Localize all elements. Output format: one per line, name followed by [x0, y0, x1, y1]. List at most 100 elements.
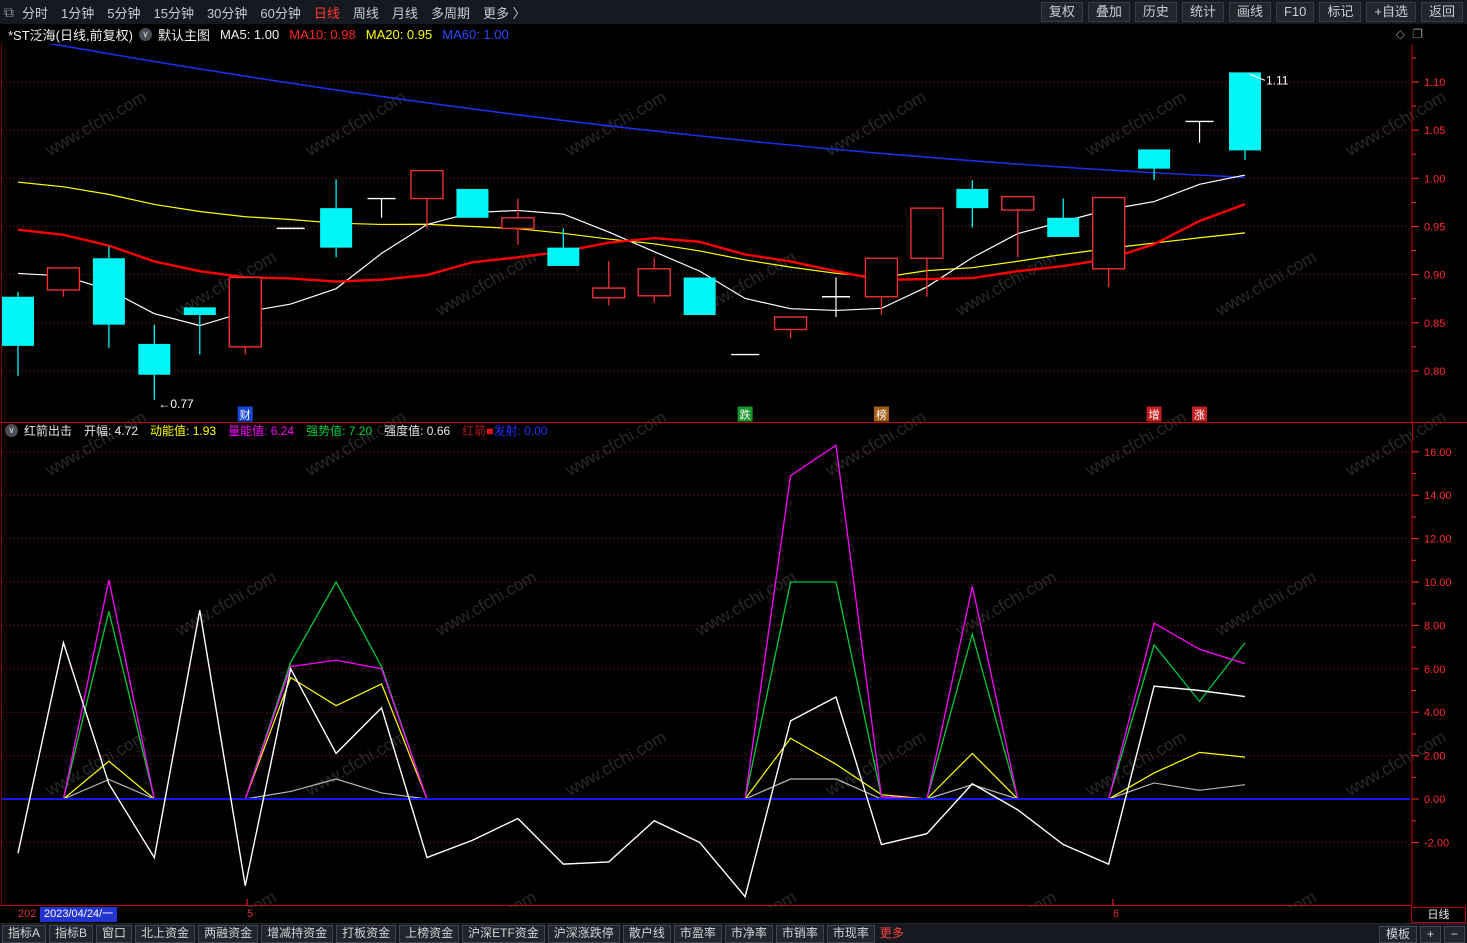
toolbar-button-9[interactable]: 返回	[1420, 2, 1463, 22]
maximize-icon[interactable]: ❐	[1412, 27, 1423, 41]
candle-18[interactable]	[773, 316, 808, 339]
price-tick-label: 0.80	[1424, 366, 1445, 378]
sub-axis-labels: 16.00 14.00 12.00 10.00 8.00 6.00 4.00 2.00 0.00…	[1412, 447, 1452, 849]
bottom-tab-11[interactable]: 散户线	[622, 925, 671, 943]
value-tick-label: 6.00	[1424, 664, 1445, 676]
candle-4[interactable]	[138, 324, 171, 400]
template-button[interactable]: 模板	[1378, 926, 1417, 943]
selected-date-label: 2023/04/24/一	[40, 907, 118, 922]
diamond-icon[interactable]: ◇	[1396, 27, 1405, 41]
toolbar-item-7[interactable]: 日线	[314, 3, 340, 22]
candle-19[interactable]	[822, 277, 850, 317]
ma-values: MA5: 1.00 MA10: 0.98 MA20: 0.95 MA60: 1.00	[220, 27, 519, 42]
indicator-field-5: 强势值: 7.20	[306, 424, 372, 438]
indicator-header-row: ∨ 红箭出击 开幅: 4.72 动能值: 1.93 量能值: 6.24 强势值: 7.2…	[0, 422, 1467, 439]
price-tick-label: 1.05	[1424, 125, 1445, 137]
toolbar-item-4[interactable]: 15分钟	[153, 3, 193, 22]
bottom-tab-3[interactable]: 窗口	[96, 925, 133, 943]
bottom-tab-14[interactable]: 市销率	[775, 925, 824, 943]
candle-27[interactable]	[1185, 120, 1214, 143]
candle-22[interactable]	[956, 180, 989, 228]
bottom-tab-5[interactable]: 两融资金	[198, 925, 259, 943]
bottom-tab-6[interactable]: 增减持资金	[261, 925, 334, 943]
toolbar-item-2[interactable]: 1分钟	[61, 3, 94, 22]
event-marker-badge: 财	[240, 408, 251, 422]
toolbar-button-1[interactable]: 复权	[1040, 2, 1083, 22]
symbol-title: *ST泛海(日线,前复权)	[8, 27, 133, 43]
low-price-label: ←0.77	[158, 397, 194, 411]
bottom-tab-15[interactable]: 市现率	[826, 925, 875, 943]
candle-10[interactable]	[410, 169, 444, 229]
zoom-in-button[interactable]: +	[1419, 926, 1441, 943]
toolbar-item-5[interactable]: 30分钟	[207, 3, 247, 22]
bottom-tab-8[interactable]: 上榜资金	[399, 925, 460, 943]
candle-12[interactable]	[501, 198, 535, 245]
bottom-tab-12[interactable]: 市盈率	[673, 925, 722, 943]
value-tick-label: 4.00	[1424, 707, 1445, 719]
toolbar-right-buttons: 复权 叠加 历史 统计 画线 F10 标记 +自选 返回	[1040, 2, 1463, 22]
candle-16[interactable]	[683, 277, 716, 316]
main-chart-label[interactable]: 默认主图	[158, 25, 210, 44]
zoom-out-button[interactable]: −	[1443, 926, 1465, 943]
candle-3[interactable]	[92, 246, 125, 348]
candle-6[interactable]	[228, 276, 262, 355]
sub-gridlines	[2, 451, 1410, 843]
value-tick-label: 10.00	[1424, 577, 1452, 589]
candle-20[interactable]	[864, 257, 899, 316]
candle-28[interactable]	[1229, 72, 1261, 161]
bottom-tab-1[interactable]: 指标A	[2, 925, 47, 943]
candle-15[interactable]	[637, 258, 671, 303]
chevron-down-icon[interactable]: ∨	[138, 27, 152, 41]
candle-8[interactable]	[320, 179, 353, 258]
candle-1[interactable]	[2, 291, 34, 376]
candle-11[interactable]	[456, 188, 489, 218]
indicator-field-part: 强势值: 7.20	[306, 424, 373, 438]
tab-more[interactable]: 更多	[875, 926, 909, 942]
toolbar-button-2[interactable]: 叠加	[1087, 2, 1130, 22]
bottom-tab-4[interactable]: 北上资金	[135, 925, 196, 943]
toolbar-button-4[interactable]: 统计	[1181, 2, 1224, 22]
candle-24[interactable]	[1047, 198, 1080, 238]
candle-13[interactable]	[547, 228, 580, 266]
toolbar-button-3[interactable]: 历史	[1134, 2, 1177, 22]
bottom-tab-2[interactable]: 指标B	[49, 925, 94, 943]
toolbar-button-7[interactable]: 标记	[1319, 2, 1362, 22]
toolbar-item-3[interactable]: 5分钟	[107, 3, 140, 22]
candle-5[interactable]	[183, 307, 216, 355]
strength-degree-line	[18, 778, 1246, 800]
tabs-container: 指标A 指标B 窗口 北上资金 两融资金 增减持资金 打板资金 上榜资金 沪深ETF资金 沪深涨跌…	[2, 925, 875, 943]
bottom-tab-13[interactable]: 市净率	[724, 925, 773, 943]
toolbar-item-9[interactable]: 月线	[392, 3, 418, 22]
candle-26[interactable]	[1138, 149, 1171, 181]
chart-title-row: *ST泛海(日线,前复权) ∨ 默认主图 MA5: 1.00 MA10: 0.98…	[0, 24, 1467, 44]
period-toolbar: ⧉ 分时 1分钟 5分钟 15分钟 30分钟 60分钟 日线 周线 月线 多周期 更多 〉 复权 叠加…	[0, 0, 1467, 25]
chevron-down-icon[interactable]: ∨	[5, 424, 18, 437]
value-tick-label: 8.00	[1424, 620, 1445, 632]
toolbar-item-6[interactable]: 60分钟	[260, 3, 300, 22]
candle-14[interactable]	[592, 261, 626, 306]
bottom-tab-10[interactable]: 沪深涨跌停	[547, 925, 620, 943]
period-box: 日线	[1411, 907, 1466, 923]
toolbar-item-10[interactable]: 多周期	[431, 3, 470, 22]
bottom-tab-7[interactable]: 打板资金	[336, 925, 397, 943]
open-amplitude-line	[17, 610, 1246, 899]
date-axis-row[interactable]: 202 2023/04/24/一 5 6 日线	[0, 907, 1467, 923]
toolbar-button-6[interactable]: F10	[1275, 2, 1315, 22]
candle-21[interactable]	[910, 207, 944, 297]
toolbar-button-8[interactable]: +自选	[1366, 2, 1416, 22]
candle-2[interactable]	[46, 267, 81, 297]
toolbar-item-11[interactable]: 更多 〉	[483, 3, 526, 22]
bottom-tab-9[interactable]: 沪深ETF资金	[462, 925, 545, 943]
sub-indicator-chart[interactable]: 16.00 14.00 12.00 10.00 8.00 6.00 4.00 2.00 0.00…	[0, 439, 1467, 907]
candle-25[interactable]	[1091, 196, 1126, 288]
toolbar-button-5[interactable]: 画线	[1228, 2, 1271, 22]
toolbar-item-1[interactable]: 分时	[22, 3, 48, 22]
partial-year-label: 202	[18, 908, 37, 920]
ma5-line	[17, 174, 1246, 327]
toolbar-left-items: 分时 1分钟 5分钟 15分钟 30分钟 60分钟 日线 周线 月线 多周期 更多 〉	[22, 3, 526, 22]
toolbar-item-8[interactable]: 周线	[353, 3, 379, 22]
price-tick-label: 0.95	[1424, 221, 1445, 233]
window-icon[interactable]: ⧉	[4, 4, 14, 21]
candle-9[interactable]	[367, 197, 396, 218]
main-candlestick-chart[interactable]: 1.10 1.05 1.00 0.95 0.90 0.85 0.80 1.11 ←0.77 财 跌 榜…	[0, 44, 1467, 424]
